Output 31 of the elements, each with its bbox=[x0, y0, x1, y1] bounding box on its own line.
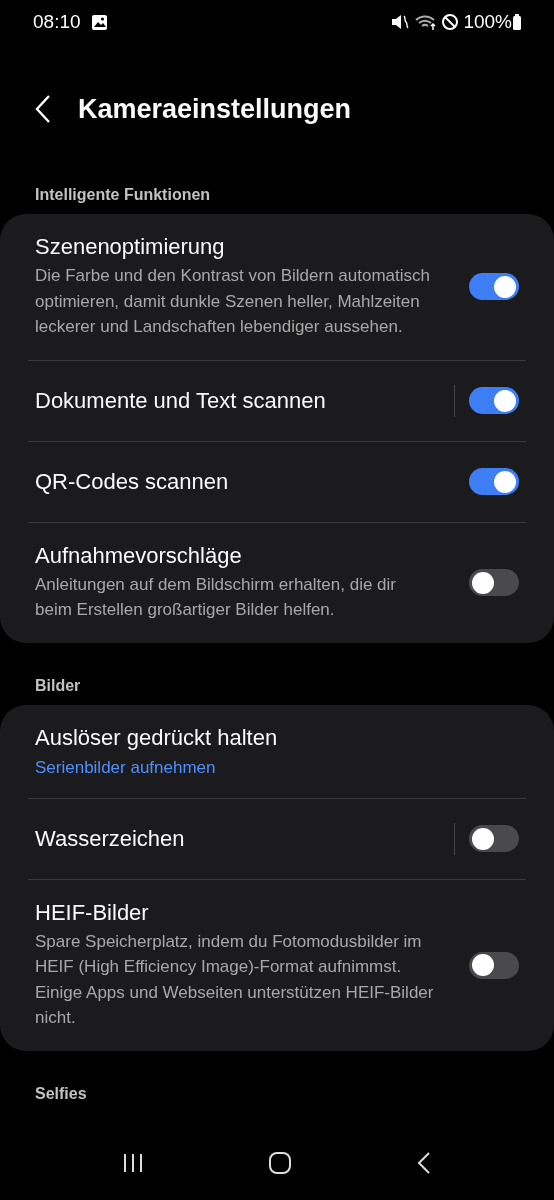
toggle-switch[interactable] bbox=[469, 569, 519, 596]
toggle-switch[interactable] bbox=[469, 951, 519, 979]
setting-value: Serienbilder aufnehmen bbox=[35, 757, 217, 778]
blocked-icon bbox=[441, 13, 460, 31]
page-title: Kameraeinstellungen bbox=[78, 93, 352, 125]
setting-label: HEIF-Bilder bbox=[35, 899, 150, 926]
section-title: Intelligente Funktionen bbox=[34, 185, 212, 205]
back-nav-button[interactable] bbox=[416, 1150, 432, 1175]
setting-label: Wasserzeichen bbox=[35, 825, 186, 852]
setting-description: Die Farbe und den Kontrast von Bildern automatisch optimieren, damit dunkle Szenen heller, Mahlzeiten leckerer und Landschaften lebendiger aussehen. bbox=[35, 265, 431, 338]
mute-icon bbox=[391, 13, 410, 31]
image-icon bbox=[90, 13, 108, 31]
home-button[interactable] bbox=[268, 1150, 292, 1175]
setting-label: QR-Codes scannen bbox=[35, 468, 230, 495]
battery-percent: 100% bbox=[463, 11, 512, 33]
setting-label: Aufnahmevorschläge bbox=[35, 542, 243, 569]
recents-button[interactable] bbox=[122, 1151, 144, 1174]
section-title: Bilder bbox=[34, 675, 82, 696]
setting-description: Anleitungen auf dem Bildschirm erhalten, die dir beim Erstellen großartiger Bilder helfen. bbox=[35, 573, 397, 621]
setting-label: Szenenoptimierung bbox=[35, 234, 226, 260]
clock: 08:10 bbox=[33, 11, 81, 33]
toggle-switch[interactable] bbox=[469, 825, 519, 852]
toggle-switch[interactable] bbox=[469, 468, 519, 495]
battery-icon bbox=[512, 13, 522, 31]
section-title: Selfies bbox=[34, 1083, 88, 1104]
toggle-switch[interactable] bbox=[469, 387, 519, 414]
setting-label: Dokumente und Text scannen bbox=[35, 387, 327, 414]
wifi-icon bbox=[415, 13, 438, 31]
setting-label: Auslöser gedrückt halten bbox=[35, 724, 279, 751]
setting-description: Spare Speicherplatz, indem du Fotomodusbilder im HEIF (High Efficiency Image)-Format aufnimmst. Einige Apps und Webseiten unterstützen HEIF-Bilder nicht. bbox=[35, 930, 435, 1029]
toggle-switch[interactable] bbox=[469, 273, 519, 301]
